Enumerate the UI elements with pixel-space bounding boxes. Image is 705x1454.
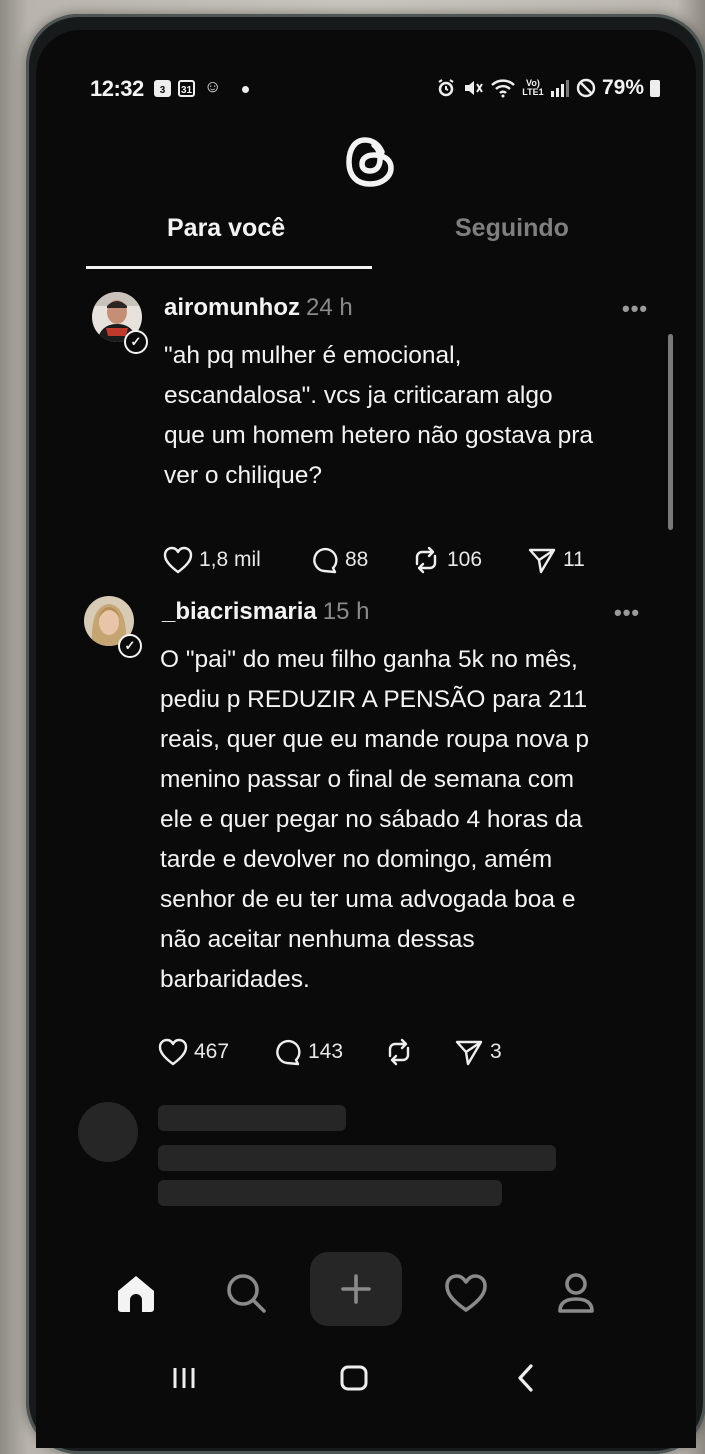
post-text: "ah pq mulher é emocional, escandalosa".… — [164, 342, 594, 489]
like-count: 467 — [194, 1040, 230, 1063]
nav-search[interactable] — [216, 1263, 276, 1323]
reply-icon — [313, 547, 338, 574]
more-options-icon[interactable]: ••• — [622, 296, 648, 322]
alarm-icon — [438, 79, 454, 97]
post-text: O "pai" do meu filho ganha 5k no mês, pe… — [160, 646, 590, 993]
battery-percent: 79% — [601, 76, 644, 99]
username[interactable]: _biacrismaria — [162, 598, 317, 625]
repost-button[interactable] — [384, 1038, 454, 1066]
volte-label: Vo) LTE1 — [522, 78, 544, 97]
calendar-icon: 31 — [178, 80, 195, 97]
post-time: 24 h — [306, 294, 353, 321]
repost-icon — [415, 546, 437, 574]
like-button[interactable]: 467 — [158, 1038, 272, 1066]
heart-icon — [158, 1038, 188, 1066]
post-actions: 1,8 mil 88 106 11 — [163, 546, 585, 574]
skeleton-line — [158, 1105, 346, 1131]
skeleton-line — [158, 1180, 502, 1206]
username[interactable]: airomunhoz — [164, 294, 300, 321]
tab-para-voce[interactable]: Para você — [167, 214, 285, 243]
reply-count: 88 — [345, 548, 369, 571]
share-count: 11 — [563, 548, 585, 571]
recent-apps-button[interactable] — [164, 1358, 204, 1398]
send-icon — [455, 1040, 483, 1066]
compose-button[interactable] — [310, 1252, 402, 1326]
share-button[interactable]: 11 — [527, 546, 585, 574]
post-header: _biacrismaria 15 h — [162, 598, 370, 626]
home-icon — [118, 1276, 154, 1312]
skeleton-line — [158, 1145, 556, 1171]
repost-count: 106 — [447, 548, 483, 571]
battery-icon — [650, 79, 660, 97]
nav-activity[interactable] — [436, 1263, 496, 1323]
reply-button[interactable]: 88 — [309, 546, 411, 574]
send-icon — [528, 548, 556, 574]
recent-apps-icon — [173, 1368, 195, 1388]
tab-seguindo[interactable]: Seguindo — [455, 214, 569, 243]
home-system-button[interactable] — [334, 1358, 374, 1398]
notification-icon: 3 — [154, 80, 171, 97]
heart-icon — [445, 1274, 487, 1312]
nav-profile[interactable] — [546, 1263, 606, 1323]
system-home-icon — [340, 1365, 368, 1391]
like-button[interactable]: 1,8 mil — [163, 546, 309, 574]
verified-check-icon: ✓ — [118, 634, 142, 658]
mute-icon — [464, 81, 483, 95]
skeleton-avatar — [78, 1102, 138, 1162]
repost-icon — [388, 1038, 410, 1066]
profile-icon — [558, 1273, 594, 1313]
search-icon — [227, 1274, 266, 1313]
verified-check-icon: ✓ — [124, 330, 148, 354]
share-count: 3 — [490, 1040, 502, 1063]
like-count: 1,8 mil — [199, 548, 261, 571]
back-icon — [518, 1364, 533, 1392]
threads-logo-icon[interactable] — [344, 134, 398, 195]
status-time: 12:32 — [90, 76, 144, 101]
wifi-icon — [491, 79, 515, 98]
plus-icon — [341, 1274, 371, 1304]
reply-count: 143 — [308, 1040, 344, 1063]
nav-home[interactable] — [106, 1263, 166, 1323]
reply-button[interactable]: 143 — [272, 1038, 384, 1066]
post-time: 15 h — [322, 598, 370, 625]
back-button[interactable] — [506, 1358, 546, 1398]
more-options-icon[interactable]: ••• — [614, 600, 640, 626]
more-notifications-dot-icon — [242, 86, 249, 93]
post-header: airomunhoz 24 h — [164, 294, 353, 322]
share-button[interactable]: 3 — [454, 1038, 502, 1066]
repost-button[interactable]: 106 — [411, 546, 527, 574]
signal-icon — [550, 80, 569, 97]
app-screen: 12:32 3 31 ☺ Vo) LTE1 79% Para você Segu… — [36, 30, 696, 1448]
status-right: Vo) LTE1 79% — [436, 76, 660, 100]
messenger-icon: ☺ — [204, 77, 222, 96]
post-actions: 467 143 3 — [158, 1038, 502, 1066]
heart-icon — [163, 546, 193, 574]
active-tab-indicator — [86, 266, 372, 269]
do-not-disturb-icon — [576, 78, 596, 98]
reply-icon — [276, 1039, 301, 1066]
